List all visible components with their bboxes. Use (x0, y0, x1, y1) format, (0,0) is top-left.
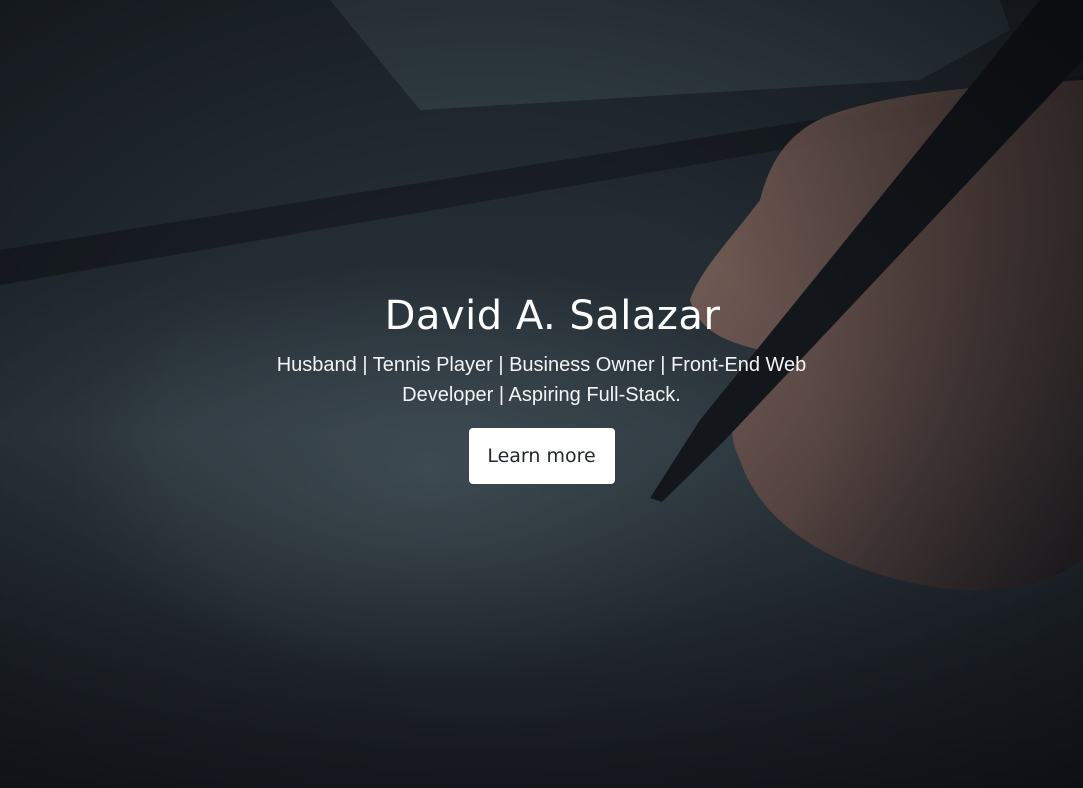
hero-subtitle: Husband | Tennis Player | Business Owner… (276, 354, 807, 406)
learn-more-button[interactable]: Learn more (468, 428, 615, 484)
hero-title: David A. Salazar (384, 293, 721, 339)
hero-section: David A. Salazar Husband | Tennis Player… (0, 0, 1083, 788)
hero-content: David A. Salazar Husband | Tennis Player… (0, 290, 1083, 484)
